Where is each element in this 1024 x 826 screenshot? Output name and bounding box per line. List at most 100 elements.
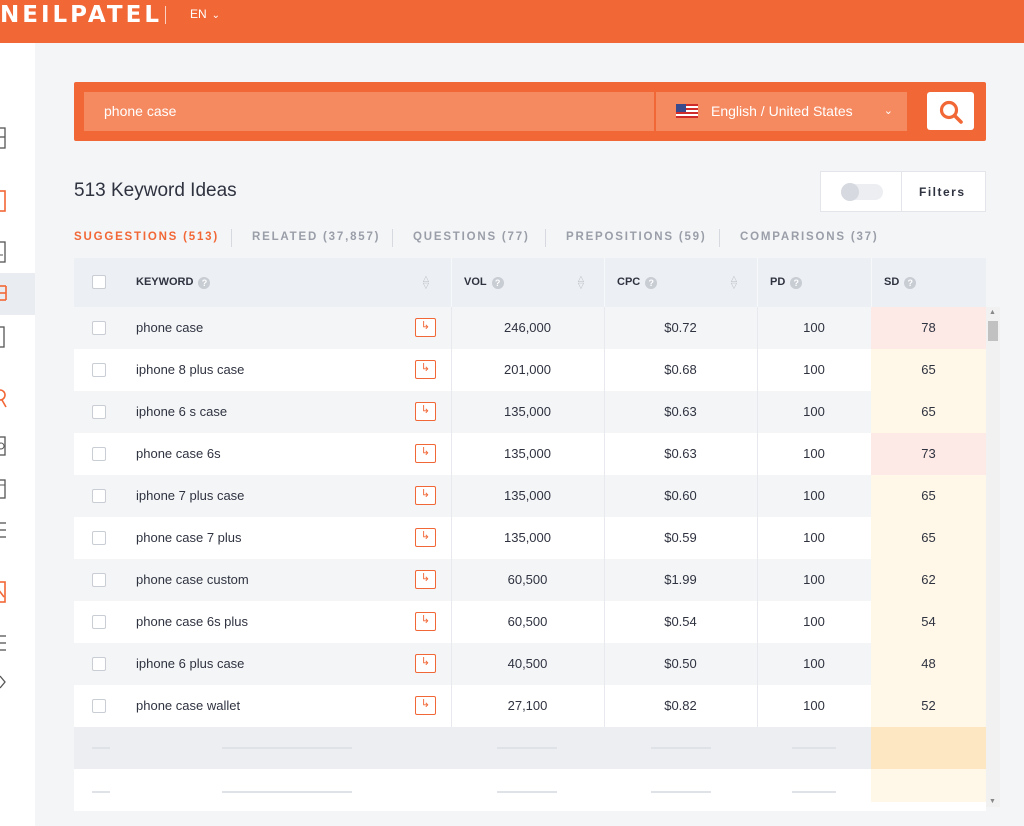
- keyword-cell[interactable]: phone case custom: [136, 559, 249, 601]
- row-checkbox[interactable]: [92, 573, 106, 587]
- keyword-ideas-icon[interactable]: [0, 283, 8, 305]
- cpc-cell: $0.60: [664, 488, 697, 503]
- search-button[interactable]: [927, 92, 974, 130]
- table-row[interactable]: phone case ↳ 246,000 $0.72 100 78: [74, 307, 986, 349]
- table-row[interactable]: iphone 6 s case ↳ 135,000 $0.63 100 65: [74, 391, 986, 433]
- us-flag-icon: [676, 104, 698, 118]
- tab-prepositions[interactable]: PREPOSITIONS (59): [566, 231, 707, 243]
- backlinks-icon[interactable]: [0, 435, 8, 457]
- keyword-cell[interactable]: iphone 7 plus case: [136, 475, 244, 517]
- locale-dropdown[interactable]: English / United States ⌄: [656, 92, 907, 131]
- row-checkbox[interactable]: [92, 531, 106, 545]
- tab-questions[interactable]: QUESTIONS (77): [413, 231, 530, 243]
- loading-row: [74, 727, 986, 769]
- overview-icon[interactable]: [0, 190, 8, 212]
- list-icon[interactable]: [0, 520, 8, 542]
- column-keyword[interactable]: KEYWORD?: [136, 258, 211, 307]
- keyword-cell[interactable]: phone case: [136, 307, 203, 349]
- dashboard-icon[interactable]: [0, 127, 8, 149]
- vol-cell: 27,100: [507, 698, 548, 713]
- row-checkbox[interactable]: [92, 321, 106, 335]
- table-row[interactable]: iphone 6 plus case ↳ 40,500 $0.50 100 48: [74, 643, 986, 685]
- tab-suggestions[interactable]: SUGGESTIONS (513): [74, 231, 219, 243]
- row-checkbox[interactable]: [92, 699, 106, 713]
- pd-cell: 100: [803, 698, 825, 713]
- vol-cell: 246,000: [504, 320, 551, 335]
- open-keyword-icon[interactable]: ↳: [415, 486, 436, 505]
- open-keyword-icon[interactable]: ↳: [415, 612, 436, 631]
- open-keyword-icon[interactable]: ↳: [415, 360, 436, 379]
- help-icon[interactable]: ?: [904, 277, 917, 289]
- open-keyword-icon[interactable]: ↳: [415, 570, 436, 589]
- scroll-thumb[interactable]: [988, 321, 998, 341]
- row-checkbox[interactable]: [92, 363, 106, 377]
- sort-icon[interactable]: △ ▽: [421, 275, 431, 290]
- calendar-icon[interactable]: [0, 478, 8, 500]
- keyword-cell[interactable]: phone case 7 plus: [136, 517, 242, 559]
- table-row[interactable]: phone case 6s plus ↳ 60,500 $0.54 100 54: [74, 601, 986, 643]
- tab-related[interactable]: RELATED (37,857): [252, 231, 380, 243]
- keyword-cell[interactable]: iphone 8 plus case: [136, 349, 244, 391]
- open-keyword-icon[interactable]: ↳: [415, 528, 436, 547]
- keyword-cell[interactable]: phone case wallet: [136, 685, 240, 727]
- top-bar: NEILPATEL EN ⌄: [0, 0, 1024, 43]
- tab-comparisons[interactable]: COMPARISONS (37): [740, 231, 879, 243]
- cpc-cell: $1.99: [664, 572, 697, 587]
- column-vol[interactable]: VOL?: [464, 258, 504, 307]
- site-audit-icon[interactable]: [0, 581, 8, 603]
- table-row[interactable]: phone case 7 plus ↳ 135,000 $0.59 100 65: [74, 517, 986, 559]
- content-ideas-icon[interactable]: [0, 326, 8, 348]
- help-icon[interactable]: ?: [198, 277, 211, 289]
- keyword-cell[interactable]: iphone 6 s case: [136, 391, 227, 433]
- column-sd-label: SD: [884, 276, 900, 288]
- open-keyword-icon[interactable]: ↳: [415, 696, 436, 715]
- table-scrollbar[interactable]: ▲ ▼: [986, 307, 1000, 807]
- table-row[interactable]: phone case custom ↳ 60,500 $1.99 100 62: [74, 559, 986, 601]
- sd-cell: 65: [871, 391, 986, 433]
- open-keyword-icon[interactable]: ↳: [415, 402, 436, 421]
- open-keyword-icon[interactable]: ↳: [415, 318, 436, 337]
- loading-row: [74, 769, 986, 811]
- row-checkbox[interactable]: [92, 489, 106, 503]
- row-checkbox[interactable]: [92, 615, 106, 629]
- keyword-cell[interactable]: iphone 6 plus case: [136, 643, 244, 685]
- search-icon[interactable]: [0, 387, 8, 409]
- table-row[interactable]: iphone 7 plus case ↳ 135,000 $0.60 100 6…: [74, 475, 986, 517]
- filter-toggle[interactable]: [841, 183, 883, 201]
- column-pd[interactable]: PD?: [770, 258, 803, 307]
- table-row[interactable]: iphone 8 plus case ↳ 201,000 $0.68 100 6…: [74, 349, 986, 391]
- language-selector[interactable]: EN ⌄: [190, 7, 220, 21]
- help-icon[interactable]: ?: [790, 277, 803, 289]
- main-content: phone case English / United States ⌄ 513…: [35, 43, 1024, 826]
- chevron-right-icon[interactable]: [0, 671, 8, 693]
- open-keyword-icon[interactable]: ↳: [415, 444, 436, 463]
- keyword-cell[interactable]: phone case 6s: [136, 433, 221, 475]
- scroll-down-icon[interactable]: ▼: [989, 798, 996, 805]
- row-checkbox[interactable]: [92, 657, 106, 671]
- chart-icon[interactable]: [0, 241, 8, 263]
- keyword-cell[interactable]: phone case 6s plus: [136, 601, 248, 643]
- vol-cell: 60,500: [507, 614, 548, 629]
- search-input[interactable]: phone case: [84, 92, 654, 131]
- select-all-checkbox[interactable]: [92, 275, 106, 289]
- open-keyword-icon[interactable]: ↳: [415, 654, 436, 673]
- placeholder-bar: [792, 791, 836, 793]
- column-divider: [604, 258, 605, 307]
- tab-divider: [392, 229, 393, 247]
- table-row[interactable]: phone case wallet ↳ 27,100 $0.82 100 52: [74, 685, 986, 727]
- column-cpc[interactable]: CPC?: [617, 258, 658, 307]
- report-list-icon[interactable]: [0, 633, 8, 655]
- help-icon[interactable]: ?: [645, 277, 658, 289]
- table-row[interactable]: phone case 6s ↳ 135,000 $0.63 100 73: [74, 433, 986, 475]
- vol-cell: 135,000: [504, 446, 551, 461]
- column-sd[interactable]: SD?: [884, 258, 917, 307]
- logo[interactable]: NEILPATEL: [0, 0, 162, 30]
- scroll-up-icon[interactable]: ▲: [989, 309, 996, 316]
- sort-icon[interactable]: △ ▽: [576, 275, 586, 290]
- row-checkbox[interactable]: [92, 447, 106, 461]
- help-icon[interactable]: ?: [491, 277, 504, 289]
- row-checkbox[interactable]: [92, 405, 106, 419]
- pd-cell: 100: [803, 614, 825, 629]
- filters-button[interactable]: Filters: [919, 185, 966, 199]
- sort-icon[interactable]: △ ▽: [729, 275, 739, 290]
